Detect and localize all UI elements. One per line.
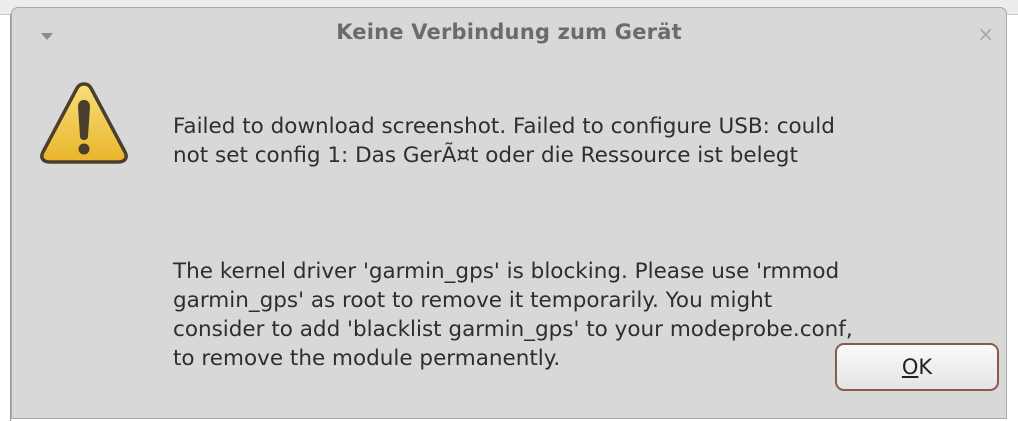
ok-mnemonic: O <box>901 355 919 379</box>
ok-label-rest: K <box>918 355 933 379</box>
close-icon[interactable]: × <box>977 22 994 46</box>
warning-triangle-icon <box>40 82 128 164</box>
ok-button[interactable]: OK <box>835 343 999 391</box>
dialog-title: Keine Verbindung zum Gerät <box>336 20 682 44</box>
dialog-titlebar[interactable]: Keine Verbindung zum Gerät × <box>12 8 1006 56</box>
error-dialog: Keine Verbindung zum Gerät × Failed to d… <box>11 7 1007 419</box>
error-message: Failed to download screenshot. Failed to… <box>173 114 835 168</box>
